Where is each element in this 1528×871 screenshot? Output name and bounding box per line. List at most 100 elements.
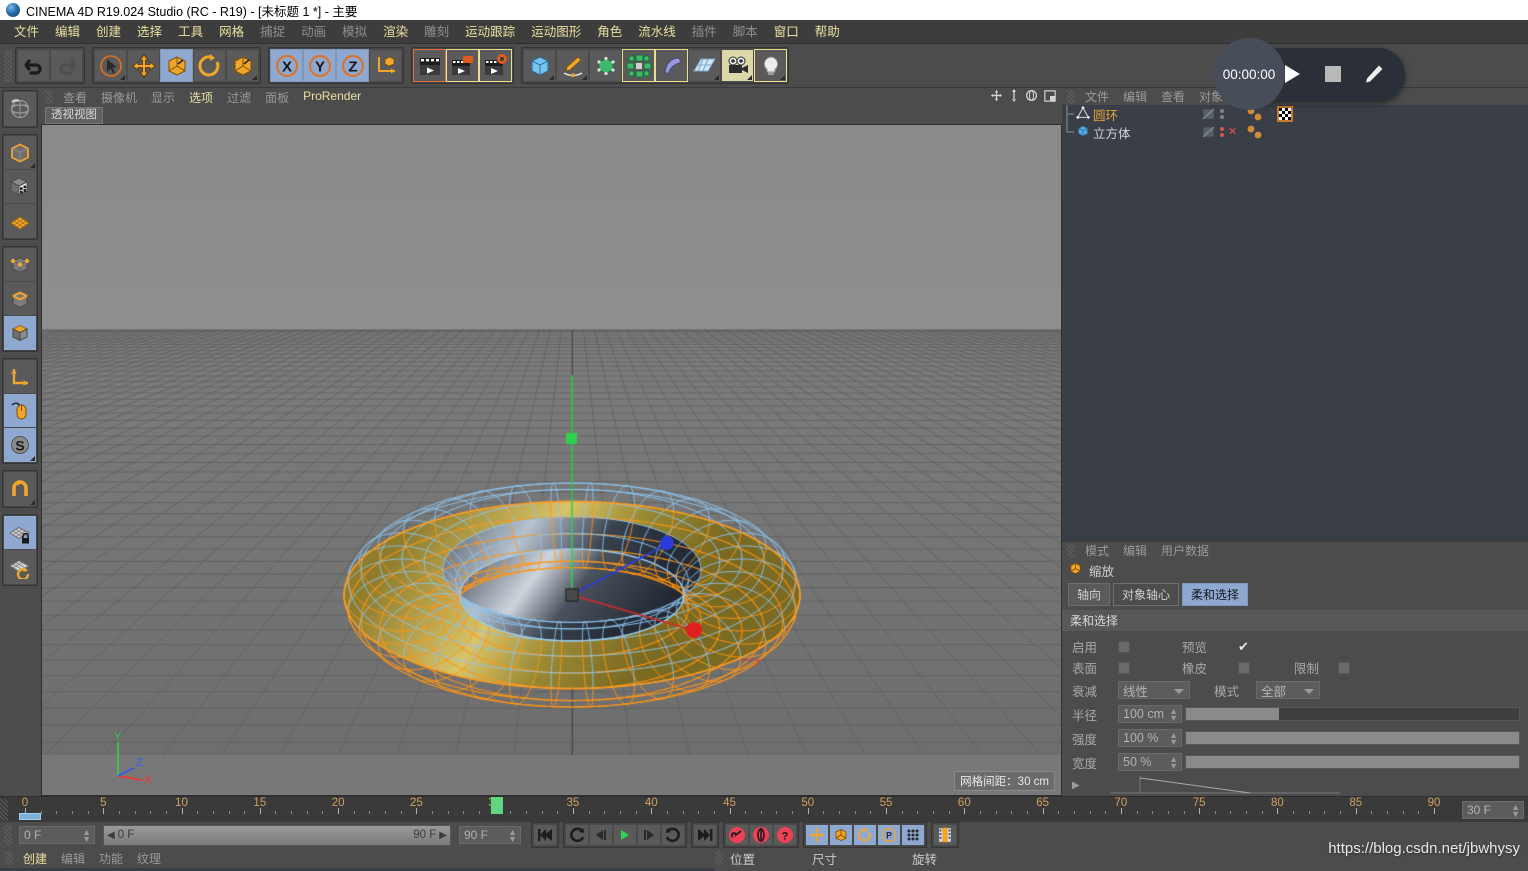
keyframe-selection-button[interactable]: ? [773, 824, 797, 846]
play-button[interactable] [613, 824, 637, 846]
radius-input[interactable]: 100 cm ▲ ▼ [1118, 705, 1182, 723]
menu-item-8[interactable]: 模拟 [334, 20, 375, 44]
object-name-0[interactable]: 圆环 [1093, 105, 1118, 124]
timeline-playhead[interactable] [490, 797, 503, 814]
camera-button[interactable] [721, 49, 754, 82]
stepper-icon[interactable]: ▲ ▼ [1169, 707, 1178, 723]
axis-y-button[interactable]: Y [303, 49, 336, 82]
maximize-view-icon[interactable] [1044, 89, 1056, 105]
stepper-icon[interactable]: ▲ ▼ [1169, 755, 1178, 771]
select-arrow-button[interactable] [94, 49, 127, 82]
end-frame-input[interactable]: 90 F ▲ ▼ [459, 826, 521, 844]
scale-tool-button[interactable] [160, 49, 193, 82]
pan-view-icon[interactable] [990, 89, 1003, 105]
width-input[interactable]: 50 % ▲ ▼ [1118, 753, 1182, 771]
go-to-end-button[interactable] [693, 824, 717, 846]
viewport-grip[interactable] [45, 90, 53, 104]
strength-input[interactable]: 100 % ▲ ▼ [1118, 729, 1182, 747]
autokey-button[interactable] [749, 824, 773, 846]
material-manager-grip[interactable] [5, 851, 13, 865]
world-axis-button[interactable] [369, 49, 402, 82]
object-manager-grip[interactable] [1067, 89, 1075, 104]
recorder-edit-button[interactable] [1363, 63, 1385, 88]
polygon-mode-button[interactable] [4, 316, 36, 350]
s-snap-button[interactable]: S [4, 428, 36, 462]
surface-checkbox[interactable] [1118, 661, 1130, 674]
range-right-arrow-icon[interactable]: ▶ [439, 830, 447, 841]
axis-modify-button[interactable] [4, 360, 36, 394]
object-menu-item-2[interactable]: 查看 [1154, 88, 1192, 105]
step-back-button[interactable] [589, 824, 613, 846]
dolly-view-icon[interactable] [1009, 89, 1019, 105]
menu-item-17[interactable]: 窗口 [766, 20, 807, 44]
viewport-menu-item-2[interactable]: 显示 [144, 89, 182, 106]
timeline-grip[interactable] [0, 799, 8, 821]
go-to-start-button[interactable] [533, 824, 557, 846]
record-key-button[interactable] [725, 824, 749, 846]
lock-workplane-button[interactable] [4, 516, 36, 550]
viewport-tab-perspective[interactable]: 透视视图 [45, 106, 103, 124]
transport-grip[interactable] [4, 825, 12, 845]
point-mode-button[interactable] [4, 248, 36, 282]
key-pla-button[interactable] [901, 824, 925, 846]
floor-env-button[interactable] [688, 49, 721, 82]
stepper-icon[interactable]: ▲ ▼ [1511, 802, 1520, 818]
nurbs-button[interactable] [589, 49, 622, 82]
coordinate-grip[interactable] [715, 851, 723, 865]
render-region-button[interactable] [446, 49, 479, 82]
attribute-tab-1[interactable]: 对象轴心 [1113, 583, 1180, 606]
timeline-ruler[interactable]: 051015202530354045505560657075808590 [11, 797, 1458, 822]
attribute-menu-item-2[interactable]: 用户数据 [1154, 542, 1216, 559]
menu-item-10[interactable]: 雕刻 [416, 20, 457, 44]
undo-button[interactable] [17, 49, 50, 82]
axis-x-button[interactable]: X [270, 49, 303, 82]
object-name-1[interactable]: 立方体 [1093, 123, 1131, 142]
menu-item-2[interactable]: 创建 [88, 20, 129, 44]
recorder-stop-button[interactable] [1323, 64, 1343, 87]
workplane-mode-button[interactable] [4, 204, 36, 238]
object-visibility-dots-0[interactable] [1202, 105, 1224, 123]
menu-item-13[interactable]: 角色 [589, 20, 630, 44]
width-slider[interactable] [1185, 755, 1520, 769]
attribute-tab-2[interactable]: 柔和选择 [1182, 583, 1249, 606]
attribute-menu-item-0[interactable]: 模式 [1078, 542, 1116, 559]
rotate-view-icon[interactable] [1025, 89, 1038, 105]
fps-input[interactable]: 30 F ▲ ▼ [1462, 800, 1524, 819]
edge-mode-button[interactable] [4, 282, 36, 316]
attribute-manager-grip[interactable] [1067, 543, 1075, 558]
viewport-menu-item-1[interactable]: 摄像机 [94, 89, 144, 106]
expand-arrow-icon[interactable]: ▶ [1072, 780, 1080, 791]
scale-alt-button[interactable] [226, 49, 259, 82]
viewport-menu-item-5[interactable]: 面板 [258, 89, 296, 106]
stepper-icon[interactable]: ▲ ▼ [82, 828, 91, 844]
viewport-3d[interactable]: Y X Z 网格间距：30 cm [41, 124, 1062, 796]
light-button[interactable] [754, 49, 787, 82]
attribute-tab-0[interactable]: 轴向 [1068, 583, 1111, 606]
timeline-range-slider[interactable]: ◀ 0 F 90 F ▶ [103, 824, 451, 846]
limit-checkbox[interactable] [1338, 661, 1350, 674]
preview-checkbox[interactable]: ✔ [1238, 640, 1249, 653]
material-menu-item-3[interactable]: 纹理 [130, 850, 168, 867]
step-forward-button[interactable] [637, 824, 661, 846]
stepper-icon[interactable]: ▲ ▼ [1169, 731, 1178, 747]
object-manager[interactable]: 圆环 立方体 ✕ [1062, 105, 1528, 541]
cube-primitive-button[interactable] [523, 49, 556, 82]
viewport-menu-item-4[interactable]: 过滤 [220, 89, 258, 106]
material-menu-item-1[interactable]: 编辑 [54, 850, 92, 867]
workplane-rotate-button[interactable] [4, 550, 36, 584]
key-scale-button[interactable] [829, 824, 853, 846]
viewport-solo-button[interactable] [4, 394, 36, 428]
key-param-button[interactable]: P [877, 824, 901, 846]
material-menu-item-2[interactable]: 功能 [92, 850, 130, 867]
viewport-menu-item-0[interactable]: 查看 [56, 89, 94, 106]
move-tool-button[interactable] [127, 49, 160, 82]
redo-button[interactable] [50, 49, 83, 82]
object-tree[interactable]: 圆环 立方体 ✕ [1062, 105, 1528, 541]
render-settings-button[interactable] [479, 49, 512, 82]
falloff-select[interactable]: 线性 [1118, 681, 1190, 699]
array-button[interactable] [622, 49, 655, 82]
render-view-button[interactable] [413, 49, 446, 82]
axis-z-button[interactable]: Z [336, 49, 369, 82]
toolbar-grip[interactable] [4, 49, 12, 82]
radius-slider[interactable] [1185, 707, 1520, 721]
